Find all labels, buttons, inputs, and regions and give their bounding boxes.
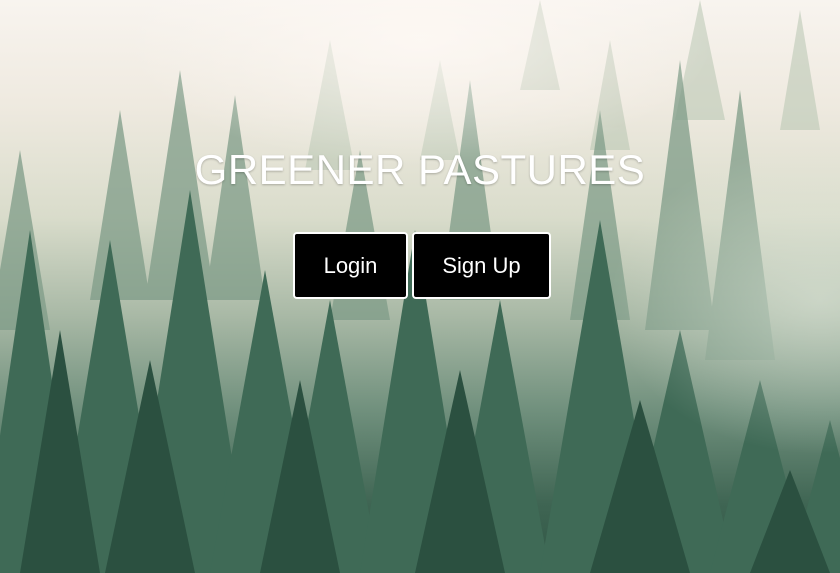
signup-button[interactable]: Sign Up (412, 232, 551, 299)
login-button[interactable]: Login (293, 232, 408, 299)
auth-button-group: Login Sign Up (0, 232, 840, 299)
page-title: GREENER PASTURES (194, 146, 646, 193)
